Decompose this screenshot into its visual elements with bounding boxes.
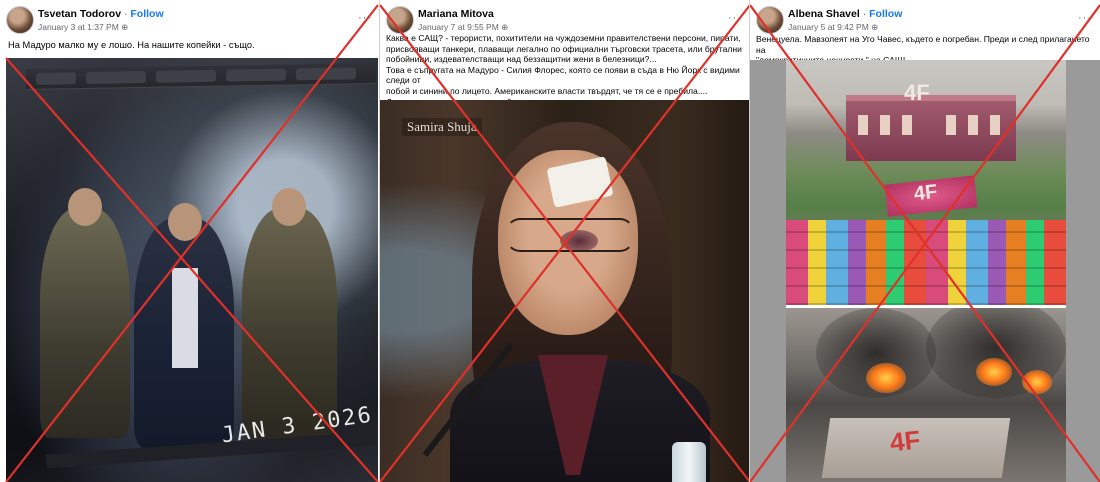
post-text-line: побой и синини по лицето. Американските … xyxy=(386,85,708,96)
browser-tab xyxy=(156,69,216,83)
post-photo-before[interactable]: 4F 4F xyxy=(786,60,1066,305)
water-bottle xyxy=(672,442,706,482)
window xyxy=(858,115,868,135)
post-header: Mariana Mitova January 7 at 9:55 PM ⊕ ··… xyxy=(384,4,746,34)
globe-icon: ⊕ xyxy=(871,22,879,32)
post-text-line: Венецуела. Мавзолеят на Уго Чавес, къдет… xyxy=(756,34,1090,55)
post-date[interactable]: January 3 at 1:37 PM xyxy=(38,22,119,32)
photo-gutter-left xyxy=(750,60,786,482)
window xyxy=(968,115,978,135)
more-options-icon[interactable]: ··· xyxy=(1078,12,1092,24)
follow-button[interactable]: Follow xyxy=(869,8,902,20)
image-caption: Samira Shuja xyxy=(402,118,482,136)
follow-button[interactable]: Follow xyxy=(130,8,163,20)
post-meta: January 7 at 9:55 PM ⊕ xyxy=(418,22,508,33)
shirt xyxy=(172,268,198,368)
window xyxy=(902,115,912,135)
separator: · xyxy=(859,8,870,20)
post-photo[interactable]: JAN 3 2026 xyxy=(6,58,378,482)
globe-icon: ⊕ xyxy=(501,22,509,32)
post-tsvetan-todorov: Tsvetan Todorov · Follow January 3 at 1:… xyxy=(0,0,380,482)
post-photo-after[interactable]: 4F xyxy=(786,308,1066,482)
post-photo[interactable]: Samira Shuja xyxy=(380,100,750,482)
photo-gutter-right xyxy=(1066,60,1100,482)
post-text-line: побойници, издевателстващи над беззащитн… xyxy=(386,54,657,65)
post-meta: January 5 at 9:42 PM ⊕ xyxy=(788,22,878,33)
post-meta: January 3 at 1:37 PM ⊕ xyxy=(38,22,128,33)
author-name[interactable]: Albena Shavel xyxy=(788,8,860,20)
browser-tab xyxy=(86,70,146,85)
post-text-line: На Мадуро малко му е лошо. На нашите коп… xyxy=(8,40,255,50)
garden-logo-4f: 4F xyxy=(912,180,939,206)
browser-tab xyxy=(226,68,286,82)
logo-4f: 4F xyxy=(904,80,930,105)
mausoleum-building xyxy=(846,95,1016,161)
head xyxy=(272,188,306,226)
post-date[interactable]: January 7 at 9:55 PM xyxy=(418,22,499,32)
post-text: На Мадуро малко му е лошо. На нашите коп… xyxy=(8,40,255,52)
author-name[interactable]: Tsvetan Todorov xyxy=(38,8,121,20)
avatar[interactable] xyxy=(386,6,414,34)
author-name[interactable]: Mariana Mitova xyxy=(418,8,494,20)
head xyxy=(168,203,202,241)
fire xyxy=(976,358,1012,386)
author-line: Tsvetan Todorov · Follow xyxy=(38,8,164,20)
globe-icon: ⊕ xyxy=(121,22,129,32)
glasses xyxy=(506,218,634,252)
window xyxy=(946,115,956,135)
post-mariana-mitova: Mariana Mitova January 7 at 9:55 PM ⊕ ··… xyxy=(380,0,750,482)
avatar[interactable] xyxy=(756,6,784,34)
soldier-figure xyxy=(40,208,130,438)
avatar[interactable] xyxy=(6,6,34,34)
post-text: Каква е САЩ? - терористи, похитители на … xyxy=(386,33,750,107)
soldier-figure xyxy=(242,208,337,438)
window xyxy=(990,115,1000,135)
post-text-line: присвояващи танкери, плаващи легално по … xyxy=(386,43,742,54)
post-header: Albena Shavel · Follow January 5 at 9:42… xyxy=(754,4,1096,34)
head xyxy=(68,188,102,226)
post-date[interactable]: January 5 at 9:42 PM xyxy=(788,22,869,32)
fire xyxy=(1022,370,1052,394)
window xyxy=(880,115,890,135)
author-line: Albena Shavel · Follow xyxy=(788,8,902,20)
browser-tab xyxy=(296,67,356,81)
more-options-icon[interactable]: ··· xyxy=(358,12,372,24)
browser-tab-bar xyxy=(26,62,376,91)
more-options-icon[interactable]: ··· xyxy=(728,12,742,24)
separator: · xyxy=(121,8,131,20)
post-albena-shavel: Albena Shavel · Follow January 5 at 9:42… xyxy=(750,0,1100,482)
fire xyxy=(866,363,906,393)
ruined-logo-4f: 4F xyxy=(888,424,922,458)
post-text-line: Каква е САЩ? - терористи, похитители на … xyxy=(386,33,741,43)
post-text-line: Това е съпругата на Мадуро - Силия Флоре… xyxy=(386,64,740,86)
browser-tab xyxy=(36,72,76,85)
colorful-houses xyxy=(786,220,1066,305)
post-header: Tsvetan Todorov · Follow January 3 at 1:… xyxy=(4,4,376,34)
